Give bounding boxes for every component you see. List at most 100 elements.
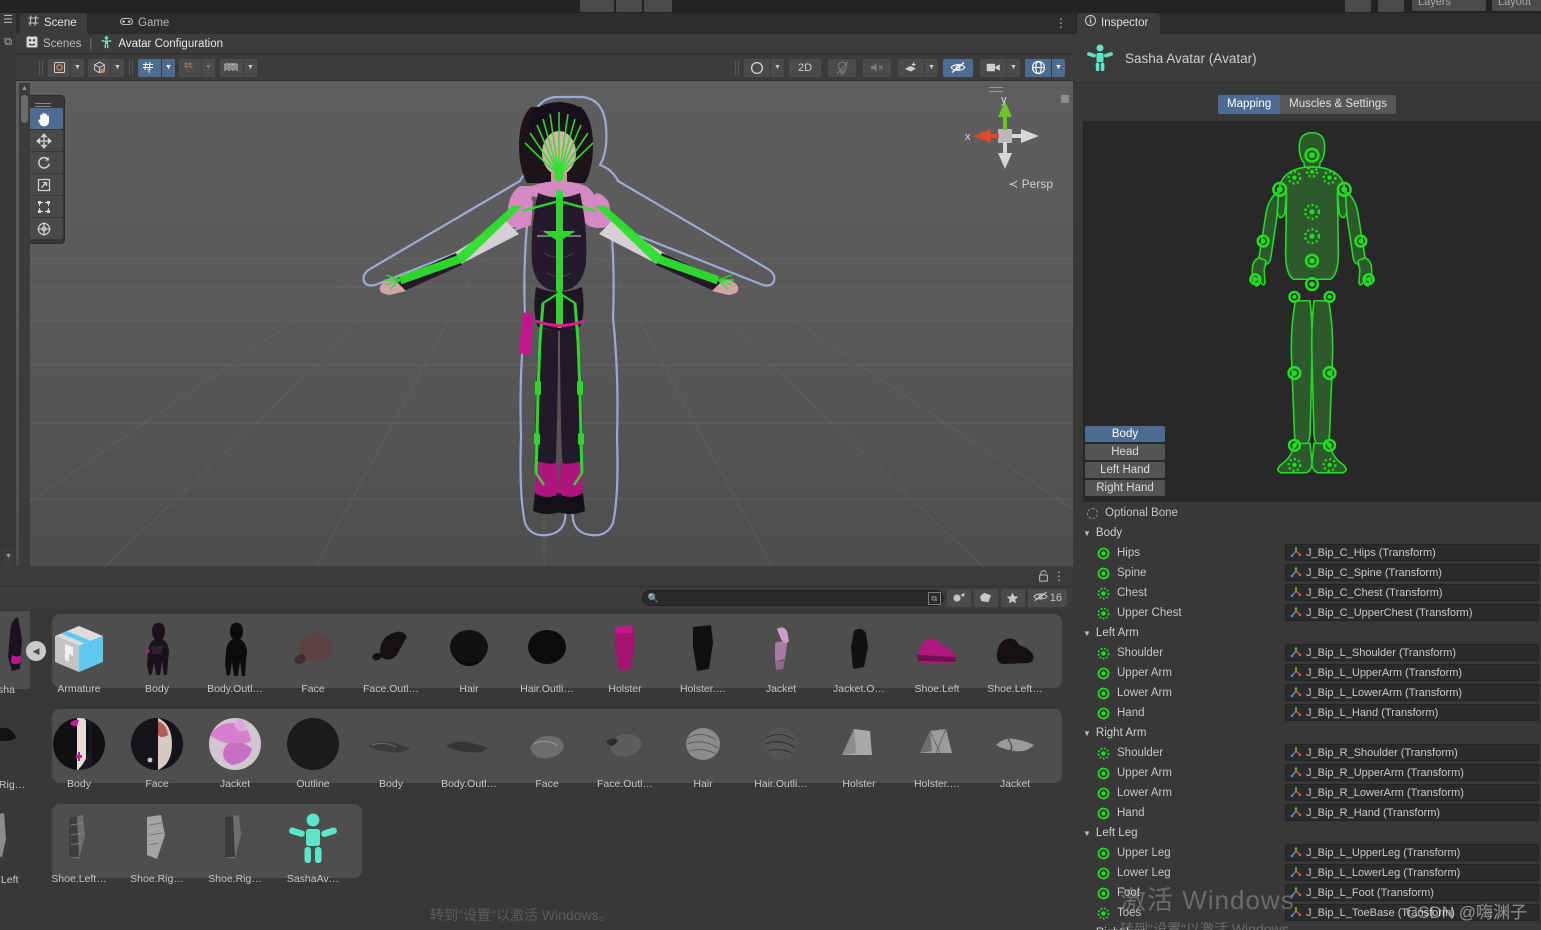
tab-muscles-settings[interactable]: Muscles & Settings xyxy=(1280,94,1396,114)
tab-game[interactable]: Game xyxy=(112,13,179,34)
layers-dropdown[interactable]: Layers xyxy=(1412,0,1486,11)
breadcrumb-item-avatar-configuration[interactable]: Avatar Configuration xyxy=(100,35,223,52)
play-button[interactable] xyxy=(580,0,614,12)
effects-toggle[interactable] xyxy=(898,58,924,77)
shading-mode-toggle[interactable] xyxy=(744,58,770,77)
bone-row-hips[interactable]: Hips J_Bip_C_Hips (Transform) xyxy=(1073,543,1541,563)
asset-item-mesh-shoe-left[interactable]: Shoe.Left… xyxy=(40,804,118,894)
camera-settings-button[interactable] xyxy=(980,58,1006,77)
bone-row-right-shoulder[interactable]: Shoulder J_Bip_R_Shoulder (Transform) xyxy=(1073,743,1541,763)
layout-dropdown[interactable]: Layout xyxy=(1492,0,1541,11)
asset-item-material-jacket[interactable]: Jacket xyxy=(196,709,274,799)
scene-lighting-toggle[interactable] xyxy=(828,58,856,77)
asset-item-jacket-outline[interactable]: Jacket.O… xyxy=(820,614,898,704)
bone-transform-field[interactable]: J_Bip_L_UpperArm (Transform) xyxy=(1285,664,1539,681)
transform-tool[interactable] xyxy=(25,218,63,239)
gizmos-toggle[interactable] xyxy=(1025,58,1051,77)
effects-dropdown[interactable]: ▼ xyxy=(924,58,938,77)
bone-transform-field[interactable]: J_Bip_L_Hand (Transform) xyxy=(1285,704,1539,721)
asset-item-holster-outline[interactable]: Holster.… xyxy=(664,614,742,704)
bone-transform-field[interactable]: J_Bip_R_Shoulder (Transform) xyxy=(1285,744,1539,761)
two-d-toggle[interactable]: 2D xyxy=(789,58,821,77)
snap-increment-group[interactable]: ▼ xyxy=(179,58,215,77)
bone-transform-field[interactable]: J_Bip_L_LowerArm (Transform) xyxy=(1285,684,1539,701)
asset-item-jacket[interactable]: Jacket xyxy=(742,614,820,704)
bone-row-right-hand[interactable]: Hand J_Bip_R_Hand (Transform) xyxy=(1073,803,1541,823)
bone-row-chest[interactable]: Chest J_Bip_C_Chest (Transform) xyxy=(1073,583,1541,603)
shading-mode-group[interactable]: ▼ xyxy=(744,58,784,77)
step-button[interactable] xyxy=(644,0,672,12)
grid-snapping-toggle[interactable]: Y xyxy=(138,58,161,77)
asset-item-mesh-body[interactable]: Body xyxy=(352,709,430,799)
asset-item-face[interactable]: Face xyxy=(274,614,352,704)
favorites-filter-button[interactable] xyxy=(1000,589,1025,607)
asset-item-mesh-shoe-right[interactable]: Shoe.Rig… xyxy=(118,804,196,894)
asset-item-shoe-left[interactable]: Shoe.Left xyxy=(898,614,976,704)
project-asset-grid[interactable]: sha ◀ Armature Body Body.Outl… Face Face… xyxy=(0,609,1073,930)
asset-item-material-body[interactable]: Body xyxy=(40,709,118,799)
scroll-up-arrow[interactable]: ▲ xyxy=(19,83,30,94)
save-filter-button[interactable] xyxy=(946,589,971,607)
handle-position-group[interactable]: ▼ xyxy=(88,58,124,77)
bone-transform-field[interactable]: J_Bip_C_Spine (Transform) xyxy=(1285,564,1539,581)
hidden-objects-toggle[interactable] xyxy=(943,58,973,77)
asset-item-mesh-face-outline[interactable]: Face.Outl… xyxy=(586,709,664,799)
hand-tool[interactable] xyxy=(25,108,63,129)
side-button-head[interactable]: Head xyxy=(1085,444,1165,460)
scene-panel-menu-icon[interactable]: ⋮ xyxy=(1055,16,1067,31)
hidden-packages-button[interactable]: 16 xyxy=(1027,589,1067,607)
side-button-right-hand[interactable]: Right Hand xyxy=(1085,480,1165,496)
effects-group[interactable]: ▼ xyxy=(898,58,938,77)
search-expand-icon[interactable]: ⧉ xyxy=(927,592,941,605)
asset-item-mesh-shoe-right-outline[interactable]: Shoe.Rig… xyxy=(196,804,274,894)
scroll-down-arrow[interactable]: ▼ xyxy=(3,548,14,566)
chevron-down-icon[interactable]: ▼ xyxy=(1083,529,1091,538)
shading-mode-dropdown[interactable]: ▼ xyxy=(770,58,784,77)
bone-row-left-upper-leg[interactable]: Upper Leg J_Bip_L_UpperLeg (Transform) xyxy=(1073,843,1541,863)
bone-mapping-list[interactable]: Optional Bone ▼ Body Hips J_Bip_C_Hips (… xyxy=(1073,503,1541,930)
asset-item-material-face[interactable]: Face xyxy=(118,709,196,799)
scroll-thumb[interactable] xyxy=(21,95,28,123)
bone-transform-field[interactable]: J_Bip_R_LowerArm (Transform) xyxy=(1285,784,1539,801)
pivot-rotation-toggle[interactable] xyxy=(48,58,70,77)
grid-axis-toggle[interactable] xyxy=(220,58,243,77)
asset-item-mesh-hair-outline[interactable]: Hair.Outli… xyxy=(742,709,820,799)
asset-item-hair-outline[interactable]: Hair.Outli… xyxy=(508,614,586,704)
asset-item-hair[interactable]: Hair xyxy=(430,614,508,704)
bone-transform-field[interactable]: J_Bip_R_UpperArm (Transform) xyxy=(1285,764,1539,781)
side-button-body[interactable]: Body xyxy=(1085,426,1165,442)
side-button-left-hand[interactable]: Left Hand xyxy=(1085,462,1165,478)
grid-axis-dropdown[interactable]: ▼ xyxy=(243,58,257,77)
pivot-rotation-dropdown[interactable]: ▼ xyxy=(70,58,84,77)
rotate-tool[interactable] xyxy=(25,152,63,173)
bone-row-left-shoulder[interactable]: Shoulder J_Bip_L_Shoulder (Transform) xyxy=(1073,643,1541,663)
bone-transform-field[interactable]: J_Bip_C_Chest (Transform) xyxy=(1285,584,1539,601)
asset-item-face-outline[interactable]: Face.Outl… xyxy=(352,614,430,704)
tools-drag-handle[interactable] xyxy=(25,99,61,108)
bone-group-right-leg[interactable]: ▼ Right Leg xyxy=(1073,923,1541,930)
grid-axis-group[interactable]: ▼ xyxy=(220,58,257,77)
bone-group-body[interactable]: ▼ Body xyxy=(1073,523,1541,543)
bone-transform-field[interactable]: J_Bip_L_LowerLeg (Transform) xyxy=(1285,864,1539,881)
asset-item-sasha-avatar[interactable]: SashaAv… xyxy=(274,804,352,894)
bone-transform-field[interactable]: J_Bip_L_Foot (Transform) xyxy=(1285,884,1539,901)
move-tool[interactable] xyxy=(25,130,63,151)
bone-row-left-upper-arm[interactable]: Upper Arm J_Bip_L_UpperArm (Transform) xyxy=(1073,663,1541,683)
breadcrumb-item-scenes[interactable]: Scenes xyxy=(26,36,81,51)
project-panel-menu-icon[interactable]: ⋮ xyxy=(1053,569,1065,583)
scene-orientation-gizmo[interactable]: y x xyxy=(965,91,1055,191)
asset-item-body-outline[interactable]: Body.Outl… xyxy=(196,614,274,704)
asset-item-mesh-holster[interactable]: Holster xyxy=(820,709,898,799)
bone-row-left-foot[interactable]: Foot J_Bip_L_Foot (Transform) xyxy=(1073,883,1541,903)
asset-item-mesh-face[interactable]: Face xyxy=(508,709,586,799)
handle-position-toggle[interactable] xyxy=(88,58,110,77)
audio-toggle[interactable] xyxy=(863,58,891,77)
grid-snapping-dropdown[interactable]: ▼ xyxy=(161,58,175,77)
bone-group-left-leg[interactable]: ▼ Left Leg xyxy=(1073,823,1541,843)
bone-row-left-lower-leg[interactable]: Lower Leg J_Bip_L_LowerLeg (Transform) xyxy=(1073,863,1541,883)
bone-group-left-arm[interactable]: ▼ Left Arm xyxy=(1073,623,1541,643)
tab-scene[interactable]: Scene xyxy=(20,13,87,34)
chevron-down-icon[interactable]: ▼ xyxy=(1083,829,1091,838)
tab-mapping[interactable]: Mapping xyxy=(1218,94,1281,114)
grid-snapping-group[interactable]: Y ▼ xyxy=(138,58,175,77)
